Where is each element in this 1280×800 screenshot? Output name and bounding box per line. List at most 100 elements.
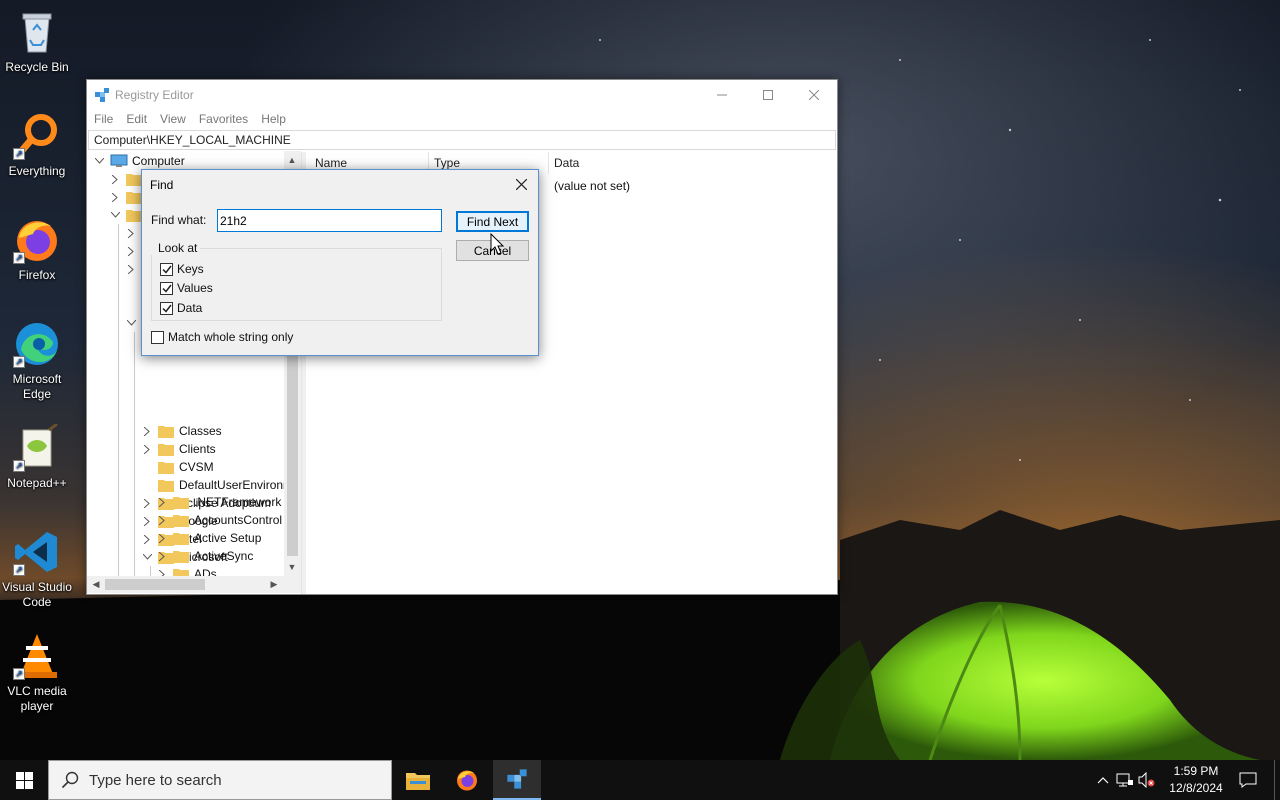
start-button[interactable]	[0, 760, 48, 800]
taskbar-registry-editor[interactable]	[493, 760, 541, 800]
menu-help[interactable]: Help	[254, 110, 292, 129]
desktop-icon-firefox[interactable]: ↗ Firefox	[2, 216, 72, 283]
column-separator[interactable]	[548, 152, 549, 174]
address-bar[interactable]: Computer\HKEY_LOCAL_MACHINE	[88, 130, 836, 150]
taskbar-file-explorer[interactable]	[394, 760, 442, 800]
desktop-icon-recycle-bin[interactable]: Recycle Bin	[2, 8, 72, 75]
notification-center-button[interactable]	[1234, 760, 1262, 800]
checkmark-icon	[161, 265, 172, 274]
firefox-icon	[457, 770, 477, 791]
dialog-close-button[interactable]	[504, 170, 538, 198]
folder-icon	[173, 569, 189, 576]
folder-icon	[173, 497, 189, 509]
show-hidden-icons-button[interactable]	[1092, 760, 1114, 800]
desktop-icon-label: Firefox	[18, 268, 56, 282]
menu-edit[interactable]: Edit	[119, 110, 153, 129]
tree-item-label: Active Setup	[194, 531, 262, 545]
notepadpp-icon: ↗	[13, 424, 61, 472]
desktop-icon-label: VLC media player	[7, 684, 67, 713]
find-next-button[interactable]: Find Next	[456, 211, 529, 232]
match-whole-string-row[interactable]: Match whole string only	[151, 330, 293, 344]
checkbox-label: Data	[177, 301, 203, 315]
vscode-icon: ↗	[13, 528, 61, 576]
find-what-label: Find what:	[151, 213, 207, 227]
scroll-left-icon[interactable]: ◀	[89, 577, 103, 591]
minimize-icon	[717, 94, 727, 96]
tree-item-active-setup[interactable]: Active Setup	[155, 529, 261, 547]
shortcut-arrow-icon: ↗	[13, 668, 25, 680]
vlc-icon: ↗	[13, 632, 61, 680]
notification-icon	[1239, 772, 1257, 788]
match-whole-string-checkbox[interactable]	[151, 330, 164, 344]
minimize-button[interactable]	[699, 80, 745, 110]
look-at-label: Look at	[151, 241, 201, 255]
recycle-bin-icon	[13, 8, 61, 56]
close-button[interactable]	[791, 80, 837, 110]
scroll-down-icon[interactable]: ▼	[285, 560, 299, 574]
tree-item-activesync[interactable]: ActiveSync	[155, 547, 253, 565]
column-header-data[interactable]: Data	[554, 156, 579, 174]
checkbox-label: Keys	[177, 262, 204, 276]
desktop-icon-label: Visual Studio Code	[2, 580, 72, 609]
tree-item-accountscontrol[interactable]: AccountsControl	[155, 511, 282, 529]
desktop-icon-vlc[interactable]: ↗ VLC media player	[2, 632, 72, 714]
scroll-right-icon[interactable]: ▶	[267, 577, 281, 591]
taskbar-search-box[interactable]: Type here to search	[48, 760, 392, 800]
shortcut-arrow-icon: ↗	[13, 356, 25, 368]
values-checkbox-row[interactable]: Values	[160, 281, 213, 295]
maximize-icon	[763, 90, 773, 100]
find-dialog: Find Find what: Find Next Cancel Look at…	[141, 169, 539, 356]
desktop-icon-everything[interactable]: ↗ Everything	[2, 112, 72, 179]
clock-date: 12/8/2024	[1169, 781, 1223, 795]
menu-favorites[interactable]: Favorites	[192, 110, 254, 129]
desktop-icon-microsoft-edge[interactable]: ↗ Microsoft Edge	[2, 320, 72, 402]
value-data-cell[interactable]: (value not set)	[554, 179, 630, 193]
checkmark-icon	[161, 284, 172, 293]
keys-checkbox[interactable]	[160, 262, 173, 276]
data-checkbox-row[interactable]: Data	[160, 301, 202, 315]
folder-icon	[173, 551, 189, 563]
menu-file[interactable]: File	[87, 110, 119, 129]
scroll-thumb[interactable]	[105, 579, 205, 590]
shortcut-arrow-icon: ↗	[13, 148, 25, 160]
data-checkbox[interactable]	[160, 301, 173, 315]
mouse-cursor-icon	[490, 233, 505, 255]
desktop-icon-notepadpp[interactable]: ↗ Notepad++	[2, 424, 72, 491]
tree-horizontal-scrollbar[interactable]: ◀ ▶	[87, 576, 301, 593]
network-status-button[interactable]	[1114, 760, 1136, 800]
tree-item-netframework[interactable]: .NETFramework	[155, 493, 281, 511]
scroll-up-icon[interactable]: ▲	[285, 153, 299, 167]
checkmark-icon	[161, 304, 172, 313]
chevron-right-icon[interactable]	[155, 495, 169, 509]
desktop-icon-label: Everything	[8, 164, 66, 178]
chevron-right-icon[interactable]	[155, 531, 169, 545]
regedit-icon	[95, 88, 109, 102]
desktop-icon-vscode[interactable]: ↗ Visual Studio Code	[2, 528, 72, 610]
clock-time: 1:59 PM	[1173, 764, 1219, 778]
keys-checkbox-row[interactable]: Keys	[160, 262, 204, 276]
window-title: Registry Editor	[115, 88, 194, 102]
folder-icon	[173, 515, 189, 527]
tree-item-ads[interactable]: ADs	[155, 565, 217, 576]
tree-item-label: ADs	[194, 567, 217, 576]
maximize-button[interactable]	[745, 80, 791, 110]
chevron-right-icon[interactable]	[155, 549, 169, 563]
desktop-icon-label: Microsoft Edge	[12, 372, 62, 401]
chevron-right-icon[interactable]	[155, 567, 169, 576]
taskbar-firefox[interactable]	[443, 760, 491, 800]
values-checkbox[interactable]	[160, 281, 173, 295]
close-icon	[515, 178, 527, 190]
volume-muted-icon	[1138, 772, 1155, 788]
taskbar-clock[interactable]: 1:59 PM 12/8/2024	[1160, 763, 1232, 797]
volume-button[interactable]	[1136, 760, 1158, 800]
regedit-icon	[507, 769, 527, 789]
edge-icon: ↗	[13, 320, 61, 368]
title-bar[interactable]: Registry Editor	[87, 80, 837, 110]
find-what-input[interactable]	[217, 209, 442, 232]
menu-view[interactable]: View	[153, 110, 192, 129]
show-desktop-button[interactable]	[1274, 760, 1280, 800]
chevron-right-icon[interactable]	[155, 513, 169, 527]
network-icon	[1116, 773, 1133, 787]
shortcut-arrow-icon: ↗	[13, 564, 25, 576]
file-explorer-icon	[406, 773, 430, 790]
